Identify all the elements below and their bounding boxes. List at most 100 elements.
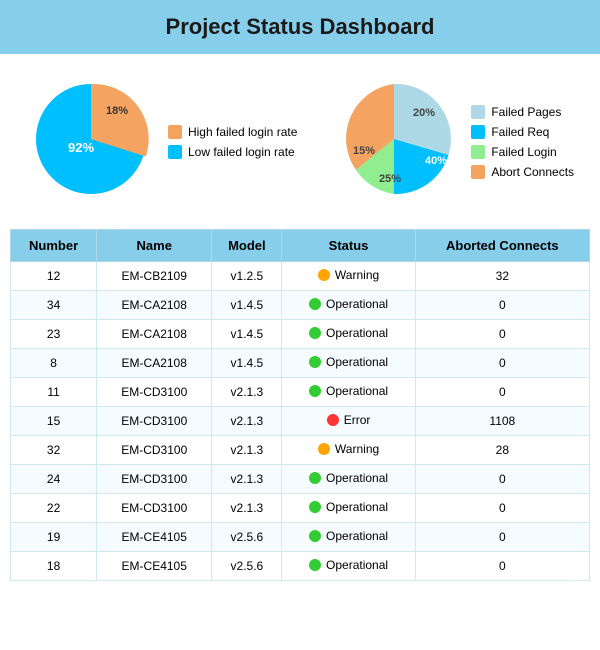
table-row: 8 EM-CA2108 v1.4.5 Operational 0 [11,349,590,378]
status-label: Operational [326,384,388,398]
status-badge: Warning [318,268,379,282]
cell-status: Error [282,407,415,436]
status-dot [309,530,321,542]
chart2-container: 20% 40% 25% 15% Failed Pages Failed Req … [329,74,574,209]
table-row: 18 EM-CE4105 v2.5.6 Operational 0 [11,552,590,581]
cell-status: Operational [282,465,415,494]
cell-number: 32 [11,436,97,465]
table-row: 12 EM-CB2109 v1.2.5 Warning 32 [11,262,590,291]
chart1-pie: 92% 18% [26,74,156,209]
cell-model: v2.1.3 [212,494,282,523]
cell-number: 18 [11,552,97,581]
legend-item-abort: Abort Connects [471,165,574,179]
table-row: 34 EM-CA2108 v1.4.5 Operational 0 [11,291,590,320]
legend-color-req [471,125,485,139]
svg-text:20%: 20% [413,107,435,119]
cell-model: v1.4.5 [212,291,282,320]
legend-label-high: High failed login rate [188,125,297,139]
legend-label-pages: Failed Pages [491,105,561,119]
cell-status: Operational [282,378,415,407]
cell-status: Operational [282,349,415,378]
legend-color-high [168,125,182,139]
svg-text:15%: 15% [353,145,375,157]
status-badge: Operational [309,471,388,485]
cell-number: 34 [11,291,97,320]
legend-color-login [471,145,485,159]
status-dot [309,298,321,310]
cell-model: v2.1.3 [212,465,282,494]
cell-number: 23 [11,320,97,349]
cell-number: 12 [11,262,97,291]
cell-aborted: 0 [415,494,589,523]
col-aborted: Aborted Connects [415,230,589,262]
status-label: Operational [326,326,388,340]
charts-section: 92% 18% High failed login rate Low faile… [0,54,600,229]
chart2-pie: 20% 40% 25% 15% [329,74,459,209]
status-badge: Operational [309,326,388,340]
status-label: Warning [335,442,379,456]
table-section: Number Name Model Status Aborted Connect… [0,229,600,591]
status-badge: Operational [309,384,388,398]
cell-name: EM-CA2108 [97,320,212,349]
status-dot [309,327,321,339]
status-badge: Operational [309,500,388,514]
chart1-legend: High failed login rate Low failed login … [168,125,297,159]
legend-item-login: Failed Login [471,145,574,159]
cell-name: EM-CD3100 [97,407,212,436]
table-row: 23 EM-CA2108 v1.4.5 Operational 0 [11,320,590,349]
table-row: 24 EM-CD3100 v2.1.3 Operational 0 [11,465,590,494]
table-row: 32 EM-CD3100 v2.1.3 Warning 28 [11,436,590,465]
cell-name: EM-CD3100 [97,378,212,407]
legend-item-low: Low failed login rate [168,145,297,159]
cell-model: v1.4.5 [212,320,282,349]
status-table: Number Name Model Status Aborted Connect… [10,229,590,581]
col-model: Model [212,230,282,262]
legend-label-req: Failed Req [491,125,549,139]
status-label: Warning [335,268,379,282]
cell-name: EM-CD3100 [97,465,212,494]
svg-text:25%: 25% [379,173,401,185]
table-row: 11 EM-CD3100 v2.1.3 Operational 0 [11,378,590,407]
cell-number: 8 [11,349,97,378]
cell-name: EM-CE4105 [97,552,212,581]
cell-status: Operational [282,494,415,523]
legend-color-low [168,145,182,159]
svg-text:18%: 18% [106,105,128,117]
cell-model: v2.5.6 [212,523,282,552]
status-badge: Error [327,413,371,427]
legend-item-req: Failed Req [471,125,574,139]
table-row: 15 EM-CD3100 v2.1.3 Error 1108 [11,407,590,436]
cell-aborted: 0 [415,320,589,349]
status-dot [309,356,321,368]
cell-model: v2.1.3 [212,407,282,436]
col-name: Name [97,230,212,262]
cell-status: Warning [282,262,415,291]
cell-status: Operational [282,291,415,320]
cell-number: 15 [11,407,97,436]
status-badge: Warning [318,442,379,456]
legend-color-pages [471,105,485,119]
col-number: Number [11,230,97,262]
cell-aborted: 0 [415,523,589,552]
legend-item-high: High failed login rate [168,125,297,139]
status-label: Operational [326,355,388,369]
cell-status: Warning [282,436,415,465]
cell-name: EM-CE4105 [97,523,212,552]
cell-model: v2.1.3 [212,436,282,465]
cell-number: 22 [11,494,97,523]
cell-name: EM-CA2108 [97,349,212,378]
col-status: Status [282,230,415,262]
legend-label-abort: Abort Connects [491,165,574,179]
chart2-legend: Failed Pages Failed Req Failed Login Abo… [471,105,574,179]
status-dot [309,472,321,484]
cell-status: Operational [282,523,415,552]
status-badge: Operational [309,529,388,543]
cell-name: EM-CD3100 [97,494,212,523]
status-dot [309,559,321,571]
legend-label-login: Failed Login [491,145,556,159]
cell-aborted: 0 [415,291,589,320]
cell-aborted: 1108 [415,407,589,436]
cell-aborted: 0 [415,465,589,494]
cell-model: v1.4.5 [212,349,282,378]
legend-item-pages: Failed Pages [471,105,574,119]
